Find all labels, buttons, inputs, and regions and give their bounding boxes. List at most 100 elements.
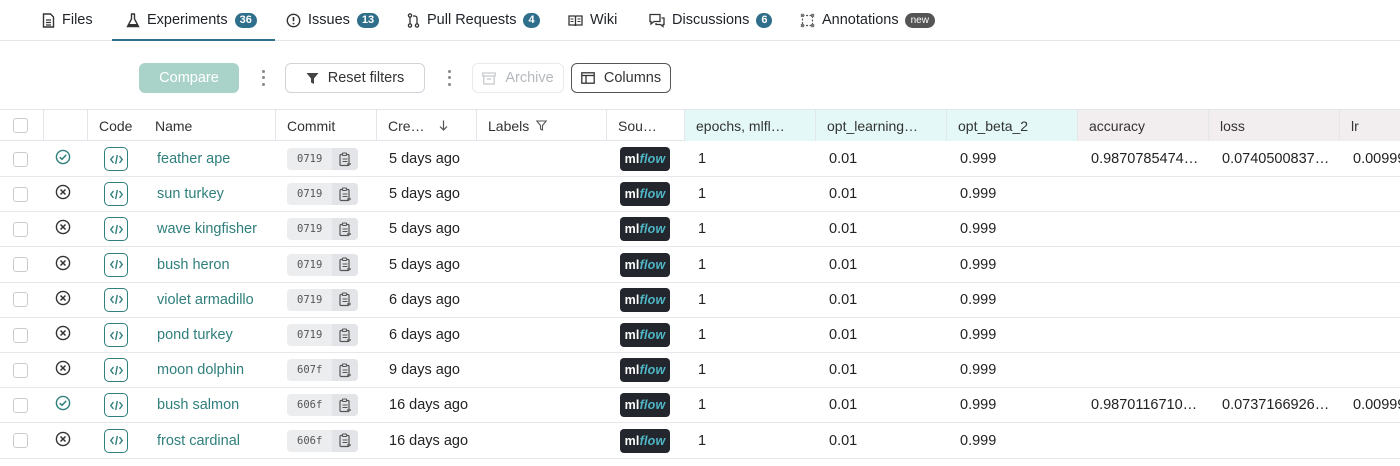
tab-discussions[interactable]: Discussions 6 (649, 0, 773, 40)
experiment-name-link[interactable]: frost cardinal (157, 424, 240, 458)
reset-filters-button[interactable]: Reset filters (285, 63, 425, 93)
copy-icon[interactable] (332, 394, 359, 417)
experiment-name-link[interactable]: feather ape (157, 142, 230, 176)
header-source[interactable]: Sou… (607, 110, 685, 141)
row-checkbox[interactable] (13, 362, 28, 378)
table-row[interactable]: feather ape 0719 5 days ago ml flow 1 0.0… (0, 142, 1400, 177)
copy-icon[interactable] (332, 183, 359, 206)
header-param-opt-beta-2[interactable]: opt_beta_2 (947, 110, 1078, 141)
tab-annotations[interactable]: Annotations new (800, 0, 935, 40)
success-check-icon (55, 149, 71, 169)
copy-icon[interactable] (332, 148, 359, 170)
copy-icon[interactable] (332, 218, 359, 241)
table-row[interactable]: bush heron 0719 5 days ago ml flow 1 0.01… (0, 248, 1400, 283)
experiment-name-link[interactable]: bush salmon (157, 388, 239, 422)
code-icon[interactable] (104, 287, 128, 312)
filter-icon[interactable] (536, 120, 548, 131)
commit-cell: 607f (287, 353, 359, 387)
header-metric-loss[interactable]: loss (1209, 110, 1340, 141)
code-icon[interactable] (104, 147, 128, 171)
row-checkbox[interactable] (13, 257, 28, 273)
header-created[interactable]: Cre… (377, 110, 477, 141)
code-icon[interactable] (104, 393, 128, 418)
tab-label: Discussions (672, 12, 750, 28)
commit-chip[interactable]: 606f (287, 394, 359, 417)
source-cell: ml flow (620, 142, 670, 176)
table-row[interactable]: frost cardinal 606f 16 days ago ml flow 1… (0, 424, 1400, 459)
failed-x-icon (55, 184, 71, 204)
status-cell (55, 248, 71, 282)
copy-icon[interactable] (332, 288, 359, 311)
commit-cell: 0719 (287, 318, 359, 352)
experiment-name-link[interactable]: wave kingfisher (157, 212, 257, 246)
columns-button[interactable]: Columns (571, 63, 671, 93)
commit-chip[interactable]: 0719 (287, 148, 359, 170)
discussion-icon (649, 13, 665, 28)
commit-chip[interactable]: 606f (287, 429, 359, 452)
code-icon[interactable] (104, 217, 128, 242)
code-icon[interactable] (104, 428, 128, 453)
commit-chip[interactable]: 0719 (287, 218, 359, 241)
commit-hash: 606f (297, 434, 323, 447)
copy-icon[interactable] (332, 324, 359, 346)
commit-chip[interactable]: 0719 (287, 324, 359, 346)
commit-chip[interactable]: 0719 (287, 253, 359, 276)
header-param-epochs[interactable]: epochs, mlfl… (685, 110, 816, 141)
commit-hash: 0719 (297, 293, 323, 306)
table-row[interactable]: pond turkey 0719 6 days ago ml flow 1 0.0… (0, 318, 1400, 353)
tab-count-badge: 4 (523, 12, 540, 28)
table-row[interactable]: violet armadillo 0719 6 days ago ml flow … (0, 283, 1400, 318)
code-icon[interactable] (104, 358, 128, 383)
source-cell: ml flow (620, 353, 670, 387)
experiment-name-link[interactable]: moon dolphin (157, 353, 244, 387)
row-checkbox[interactable] (13, 433, 28, 449)
experiment-name-link[interactable]: sun turkey (157, 177, 224, 211)
compare-button[interactable]: Compare (139, 63, 239, 93)
header-code[interactable]: Code (88, 110, 144, 141)
header-metric-lr[interactable]: lr (1340, 110, 1400, 141)
header-param-opt-learning-rate[interactable]: opt_learning… (816, 110, 947, 141)
experiment-name-link[interactable]: violet armadillo (157, 283, 254, 317)
row-checkbox[interactable] (13, 397, 28, 413)
tab-pull-requests[interactable]: Pull Requests 4 (407, 0, 540, 40)
source-cell: ml flow (620, 424, 670, 458)
row-checkbox[interactable] (13, 221, 28, 237)
header-commit[interactable]: Commit (276, 110, 377, 141)
row-checkbox[interactable] (13, 186, 28, 202)
copy-icon[interactable] (332, 253, 359, 276)
table-row[interactable]: sun turkey 0719 5 days ago ml flow 1 0.01… (0, 177, 1400, 213)
row-select-cell (13, 142, 28, 176)
code-icon[interactable] (104, 182, 128, 207)
row-select-cell (13, 248, 28, 282)
header-metric-accuracy[interactable]: accuracy (1078, 110, 1209, 141)
copy-icon[interactable] (332, 429, 359, 452)
table-row[interactable]: wave kingfisher 0719 5 days ago ml flow 1… (0, 212, 1400, 248)
param-epochs-cell: 1 (698, 397, 707, 414)
code-icon[interactable] (104, 323, 128, 347)
commit-chip[interactable]: 0719 (287, 288, 359, 311)
table-row[interactable]: moon dolphin 607f 9 days ago ml flow 1 0.… (0, 353, 1400, 389)
failed-x-icon (55, 255, 71, 275)
archive-button[interactable]: Archive (472, 63, 564, 93)
sort-down-icon[interactable] (439, 120, 448, 131)
tab-issues[interactable]: Issues 13 (286, 0, 380, 40)
row-checkbox[interactable] (13, 327, 28, 343)
experiment-name-link[interactable]: bush heron (157, 248, 230, 282)
row-checkbox[interactable] (13, 151, 28, 167)
row-checkbox[interactable] (13, 292, 28, 308)
select-all-checkbox[interactable] (13, 118, 28, 133)
tab-experiments[interactable]: Experiments 36 (112, 0, 275, 41)
experiment-name-link[interactable]: pond turkey (157, 318, 233, 352)
copy-icon[interactable] (332, 359, 359, 382)
code-icon[interactable] (104, 252, 128, 277)
commit-chip[interactable]: 607f (287, 359, 359, 382)
file-icon (42, 12, 55, 28)
tab-wiki[interactable]: Wiki (568, 0, 617, 40)
more-options-icon[interactable] (259, 68, 267, 88)
commit-chip[interactable]: 0719 (287, 183, 359, 206)
header-labels[interactable]: Labels (477, 110, 607, 141)
tab-files[interactable]: Files (42, 0, 93, 40)
table-row[interactable]: bush salmon 606f 16 days ago ml flow 1 0.… (0, 388, 1400, 424)
header-name[interactable]: Name (144, 110, 276, 141)
more-options-icon[interactable] (445, 68, 453, 88)
